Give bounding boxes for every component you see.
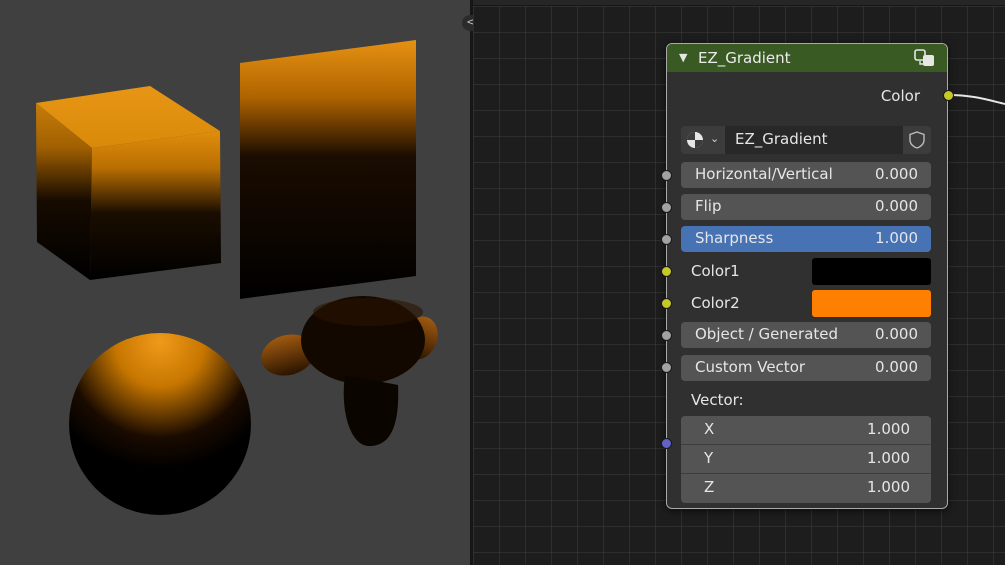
node-header[interactable]: ▼ EZ_Gradient bbox=[667, 44, 947, 72]
sphere-object[interactable] bbox=[69, 333, 251, 515]
field-value: 0.000 bbox=[875, 325, 918, 343]
vector-z-field[interactable]: Z 1.000 bbox=[681, 474, 931, 502]
field-value: 1.000 bbox=[867, 449, 910, 467]
vector-y-field[interactable]: Y 1.000 bbox=[681, 445, 931, 473]
flip-field[interactable]: Flip 0.000 bbox=[681, 194, 931, 220]
field-value: 0.000 bbox=[875, 358, 918, 376]
input-socket-flip[interactable] bbox=[661, 202, 672, 213]
field-label: Object / Generated bbox=[695, 325, 839, 343]
field-label: Custom Vector bbox=[695, 358, 806, 376]
node-editor[interactable]: ▼ EZ_Gradient Color ⌄ EZ_Gradient Horizo… bbox=[473, 0, 1005, 565]
input-socket-vector[interactable] bbox=[661, 438, 672, 449]
output-color-label: Color bbox=[880, 87, 920, 105]
color2-swatch[interactable] bbox=[812, 290, 931, 317]
input-socket-color2[interactable] bbox=[661, 298, 672, 309]
field-value: 1.000 bbox=[875, 229, 918, 247]
color1-label: Color1 bbox=[691, 262, 740, 280]
output-color-socket[interactable] bbox=[943, 90, 954, 101]
node-group-icon[interactable] bbox=[914, 49, 936, 67]
input-socket-sharpness[interactable] bbox=[661, 234, 672, 245]
3d-viewport[interactable] bbox=[0, 0, 470, 565]
input-socket-color1[interactable] bbox=[661, 266, 672, 277]
node-title: EZ_Gradient bbox=[698, 49, 791, 67]
field-value: 0.000 bbox=[875, 165, 918, 183]
node-tree-name[interactable]: EZ_Gradient bbox=[735, 130, 828, 148]
field-label: Flip bbox=[695, 197, 722, 215]
vector-label: Vector: bbox=[691, 391, 744, 409]
input-socket-horizontal-vertical[interactable] bbox=[661, 170, 672, 181]
input-socket-custom-vector[interactable] bbox=[661, 362, 672, 373]
viewport-scene bbox=[36, 40, 444, 515]
field-label: Z bbox=[704, 478, 715, 496]
field-value: 1.000 bbox=[867, 420, 910, 438]
material-sphere-icon bbox=[687, 132, 703, 148]
triangle-down-icon[interactable]: ▼ bbox=[679, 51, 687, 64]
plane-object[interactable] bbox=[240, 40, 416, 299]
vector-fields: X 1.000 Y 1.000 Z 1.000 bbox=[681, 416, 931, 503]
chevron-down-icon: ⌄ bbox=[710, 132, 720, 145]
field-label: X bbox=[704, 420, 715, 438]
field-value: 1.000 bbox=[867, 478, 910, 496]
field-label: Y bbox=[704, 449, 714, 467]
custom-vector-field[interactable]: Custom Vector 0.000 bbox=[681, 355, 931, 381]
color2-label: Color2 bbox=[691, 294, 740, 312]
fake-user-button[interactable] bbox=[903, 126, 931, 154]
vector-x-field[interactable]: X 1.000 bbox=[681, 416, 931, 444]
ez-gradient-node[interactable]: ▼ EZ_Gradient Color ⌄ EZ_Gradient Horizo… bbox=[661, 43, 954, 509]
object-generated-field[interactable]: Object / Generated 0.000 bbox=[681, 322, 931, 348]
input-socket-object-generated[interactable] bbox=[661, 330, 672, 341]
cube-object[interactable] bbox=[36, 86, 221, 280]
shield-icon bbox=[909, 131, 925, 149]
field-label: Horizontal/Vertical bbox=[695, 165, 833, 183]
field-value: 0.000 bbox=[875, 197, 918, 215]
monkey-object[interactable] bbox=[257, 296, 444, 447]
sharpness-field[interactable]: Sharpness 1.000 bbox=[681, 226, 931, 252]
node-tree-selector[interactable]: ⌄ EZ_Gradient bbox=[681, 126, 931, 154]
browse-node-tree-button[interactable]: ⌄ bbox=[681, 126, 725, 154]
field-label: Sharpness bbox=[695, 229, 774, 247]
color1-swatch[interactable] bbox=[812, 258, 931, 285]
horizontal-vertical-field[interactable]: Horizontal/Vertical 0.000 bbox=[681, 162, 931, 188]
